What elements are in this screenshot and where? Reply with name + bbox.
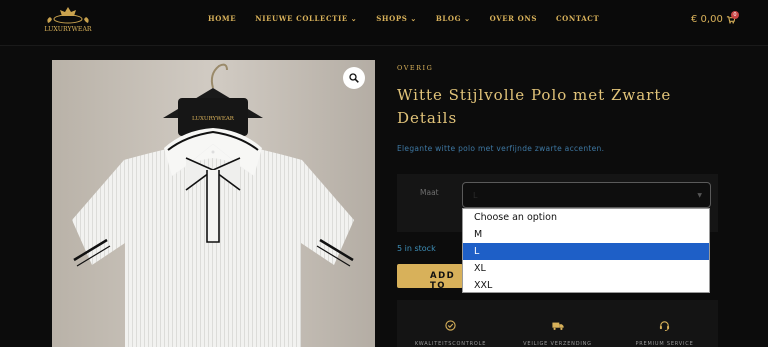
stock-status: 5 in stock (397, 244, 436, 253)
size-select-value: L (473, 191, 478, 200)
zoom-button[interactable] (343, 67, 365, 89)
nav-nieuwe-collectie[interactable]: NIEUWE COLLECTIE ⌄ (255, 14, 357, 23)
svg-text:LUXURYWEAR: LUXURYWEAR (192, 116, 235, 122)
nav-over-ons-label: OVER ONS (489, 14, 537, 23)
product-description: Elegante witte polo met verfijnde zwarte… (397, 144, 605, 153)
size-label: Maat (420, 188, 439, 197)
product-title-line1: Witte Stijlvolle Polo met Zwarte (397, 86, 672, 104)
site-header: LUXURYWEAR HOME NIEUWE COLLECTIE ⌄ SHOPS… (0, 0, 768, 46)
nav-home-label: HOME (208, 14, 237, 23)
nav-home[interactable]: HOME (208, 14, 236, 23)
add-to-cart-label: ADD TO (430, 271, 456, 291)
nav-nieuwe-collectie-label: NIEUWE COLLECTIE (255, 14, 348, 23)
nav-shops-label: SHOPS (376, 14, 408, 23)
cart-count-badge: 0 (731, 11, 739, 19)
features-panel: KWALITEITSCONTROLE VEILIGE VERZENDING PR… (397, 300, 718, 347)
size-option[interactable]: Choose an option (463, 209, 709, 226)
brand-logo[interactable]: LUXURYWEAR (40, 4, 96, 38)
feature-service-label: PREMIUM SERVICE (635, 341, 694, 347)
size-select[interactable]: L ▼ (462, 182, 711, 208)
polo-shirt-image: LUXURYWEAR (52, 60, 375, 347)
product-category[interactable]: OVERIG (397, 64, 433, 72)
feature-shipping: VEILIGE VERZENDING (504, 316, 611, 347)
size-option[interactable]: XXL (463, 277, 709, 294)
svg-text:LUXURYWEAR: LUXURYWEAR (44, 26, 92, 33)
feature-service: PREMIUM SERVICE (611, 316, 718, 347)
product-title: Witte Stijlvolle Polo met Zwarte Details (397, 84, 727, 130)
nav-contact[interactable]: CONTACT (556, 14, 599, 23)
cart-total: € 0,00 (691, 14, 723, 25)
size-option-selected[interactable]: L (463, 243, 709, 260)
main-nav: HOME NIEUWE COLLECTIE ⌄ SHOPS ⌄ BLOG ⌄ O… (208, 14, 599, 23)
product-image[interactable]: LUXURYWEAR (52, 60, 375, 347)
size-option[interactable]: XL (463, 260, 709, 277)
chevron-down-icon: ⌄ (350, 14, 358, 23)
nav-shops[interactable]: SHOPS ⌄ (376, 14, 417, 23)
magnifier-icon (349, 73, 359, 83)
nav-contact-label: CONTACT (555, 14, 600, 23)
size-dropdown-list[interactable]: Choose an option M L XL XXL (462, 208, 710, 293)
cart-link[interactable]: € 0,00 0 (691, 11, 739, 25)
chevron-down-icon: ▼ (697, 192, 702, 199)
truck-icon (551, 322, 564, 330)
feature-quality: KWALITEITSCONTROLE (397, 316, 504, 347)
chevron-down-icon: ⌄ (410, 14, 417, 23)
product-title-line2: Details (397, 109, 458, 127)
size-option[interactable]: M (463, 226, 709, 243)
check-circle-icon (445, 320, 456, 331)
headset-icon (659, 321, 670, 331)
nav-blog[interactable]: BLOG ⌄ (436, 14, 471, 23)
nav-blog-label: BLOG (435, 14, 462, 23)
nav-over-ons[interactable]: OVER ONS (490, 14, 537, 23)
chevron-down-icon: ⌄ (464, 14, 471, 23)
feature-quality-label: KWALITEITSCONTROLE (414, 341, 487, 347)
add-to-cart-button[interactable]: ADD TO (397, 264, 463, 291)
feature-shipping-label: VEILIGE VERZENDING (523, 341, 592, 347)
